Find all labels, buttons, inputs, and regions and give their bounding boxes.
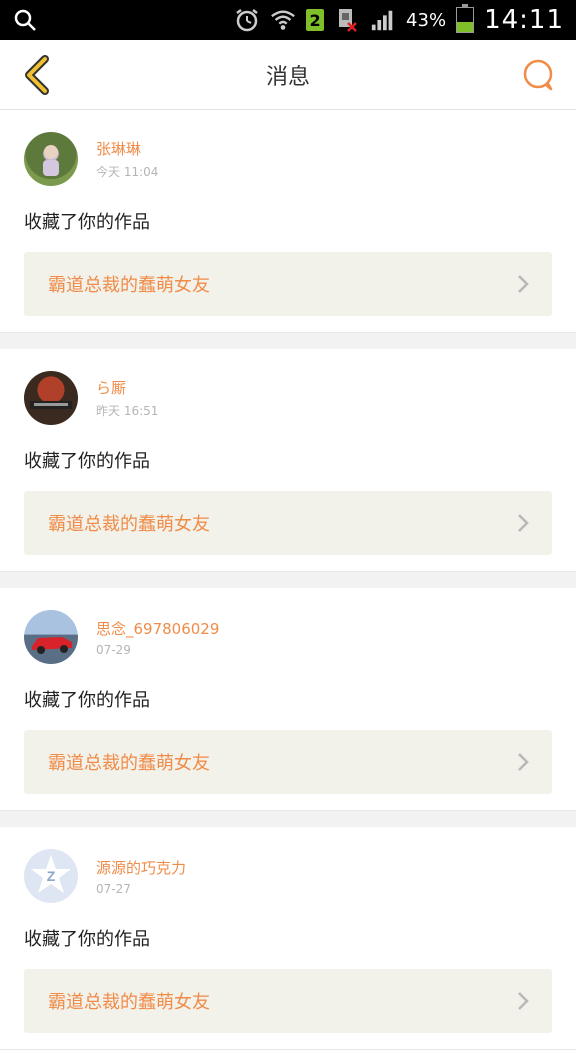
message-card: ら厮 昨天 16:51 收藏了你的作品 霸道总裁的蠢萌女友 (0, 349, 576, 572)
work-title: 霸道总裁的蠢萌女友 (48, 753, 210, 774)
message-action: 收藏了你的作品 (24, 929, 150, 950)
username-link[interactable]: ら厮 (96, 377, 158, 398)
car-avatar-icon (32, 637, 72, 654)
nav-header: 消息 (0, 40, 576, 110)
chevron-right-icon (518, 275, 529, 293)
username-link[interactable]: 思念_697806029 (96, 618, 219, 639)
chat-button[interactable] (518, 55, 558, 95)
clock: 14:11 (484, 5, 564, 35)
svg-text:Z: Z (47, 868, 56, 884)
avatar[interactable] (24, 132, 78, 186)
message-time: 昨天 16:51 (96, 404, 159, 418)
chat-bubble-icon (523, 59, 553, 90)
message-time: 07-29 (96, 642, 131, 657)
work-title: 霸道总裁的蠢萌女友 (48, 514, 210, 535)
work-link[interactable]: 霸道总裁的蠢萌女友 (24, 969, 552, 1033)
work-link[interactable]: 霸道总裁的蠢萌女友 (24, 730, 552, 794)
message-list: 张琳琳 今天 11:04 收藏了你的作品 霸道总裁的蠢萌女友 ら厮 昨天 16:… (0, 110, 576, 1050)
message-card: 张琳琳 今天 11:04 收藏了你的作品 霸道总裁的蠢萌女友 (0, 110, 576, 333)
divider (0, 811, 576, 827)
message-action: 收藏了你的作品 (24, 690, 150, 711)
avatar[interactable]: Z (24, 849, 78, 903)
chevron-right-icon (518, 992, 529, 1010)
battery-icon (456, 4, 475, 33)
work-title: 霸道总裁的蠢萌女友 (48, 275, 210, 296)
avatar[interactable] (24, 371, 78, 425)
no-sim-icon (334, 7, 360, 33)
message-action: 收藏了你的作品 (24, 212, 150, 233)
back-button[interactable] (18, 54, 58, 95)
work-title: 霸道总裁的蠢萌女友 (48, 992, 210, 1013)
search-icon (12, 7, 38, 33)
username-link[interactable]: 张琳琳 (96, 138, 158, 159)
status-bar: 2 43% 14:11 (0, 0, 576, 40)
divider (0, 333, 576, 349)
message-time: 07-27 (96, 881, 131, 896)
alarm-icon (234, 7, 260, 33)
work-link[interactable]: 霸道总裁的蠢萌女友 (24, 491, 552, 555)
default-avatar-icon: Z (31, 855, 71, 893)
wifi-icon (270, 7, 296, 33)
chevron-left-icon (25, 54, 49, 95)
message-time: 今天 11:04 (96, 165, 159, 179)
battery-fill (457, 21, 474, 32)
page-title: 消息 (265, 64, 310, 90)
photo-avatar-icon (30, 401, 72, 409)
chevron-right-icon (518, 753, 529, 771)
chevron-right-icon (518, 514, 529, 532)
divider (0, 572, 576, 588)
message-action: 收藏了你的作品 (24, 451, 150, 472)
avatar[interactable] (24, 610, 78, 664)
message-card: 思念_697806029 07-29 收藏了你的作品 霸道总裁的蠢萌女友 (0, 588, 576, 811)
photo-avatar-icon (43, 145, 59, 176)
sim-badge: 2 (306, 9, 325, 31)
battery-percent: 43% (406, 9, 447, 31)
message-card: Z 源源的巧克力 07-27 收藏了你的作品 霸道总裁的蠢萌女友 (0, 827, 576, 1050)
work-link[interactable]: 霸道总裁的蠢萌女友 (24, 252, 552, 316)
username-link[interactable]: 源源的巧克力 (96, 857, 186, 878)
signal-icon (370, 7, 396, 33)
